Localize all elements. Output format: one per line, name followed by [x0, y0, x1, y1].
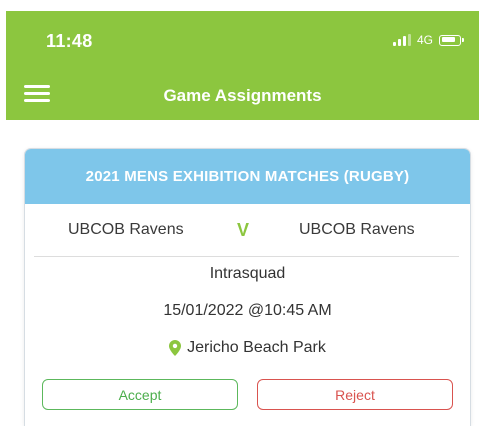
- teams-row: UBCOB Ravens V UBCOB Ravens: [25, 204, 470, 256]
- venue: Jericho Beach Park: [25, 339, 470, 357]
- map-pin-icon: [169, 340, 182, 356]
- reject-button[interactable]: Reject: [257, 379, 453, 410]
- app-header: 11:48 4G Game Assignments: [6, 11, 479, 120]
- accept-button[interactable]: Accept: [42, 379, 238, 410]
- competition-title: 2021 MENS EXHIBITION MATCHES (RUGBY): [25, 149, 470, 204]
- away-team: UBCOB Ravens: [299, 221, 415, 238]
- page-title: Game Assignments: [163, 86, 322, 105]
- game-type: Intrasquad: [209, 265, 286, 282]
- game-datetime: 15/01/2022 @10:45 AM: [163, 302, 332, 319]
- home-team: UBCOB Ravens: [68, 221, 184, 238]
- network-type: 4G: [416, 33, 433, 47]
- battery-icon: [439, 34, 464, 46]
- status-time: 11:48: [46, 31, 93, 51]
- versus-label: V: [237, 219, 250, 240]
- venue-name: Jericho Beach Park: [187, 339, 326, 356]
- game-assignment-card: 2021 MENS EXHIBITION MATCHES (RUGBY) UBC…: [24, 148, 471, 426]
- status-indicators: 4G: [392, 33, 464, 47]
- divider: [34, 256, 459, 257]
- signal-strength-icon: [392, 34, 411, 46]
- action-buttons: Accept Reject: [42, 379, 453, 410]
